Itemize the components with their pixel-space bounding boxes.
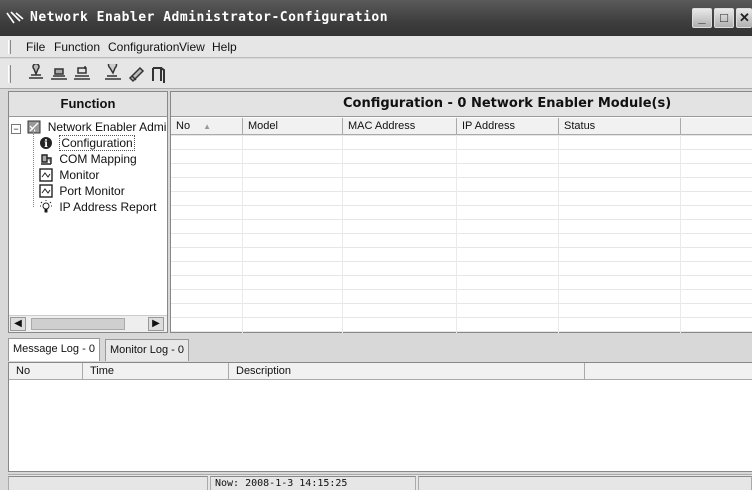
close-icon: ✕ <box>739 10 750 25</box>
unlock-icon[interactable] <box>72 64 92 84</box>
title-bar: Network Enabler Administrator-Configurat… <box>0 0 752 36</box>
tree-item-com-mapping[interactable]: COM Mapping <box>39 151 137 167</box>
exit-icon[interactable] <box>147 64 167 84</box>
column-label: Status <box>564 120 596 132</box>
tree-item-label: Port Monitor <box>59 184 125 198</box>
column-header-mac-address[interactable]: MAC Address <box>343 118 457 135</box>
message-log-panel: No Time Description <box>8 362 752 472</box>
window-title: Network Enabler Administrator-Configurat… <box>30 10 389 25</box>
status-time: Now: 2008-1-3 14:15:25 <box>215 478 348 489</box>
locate-icon[interactable] <box>49 64 69 84</box>
log-column-no[interactable]: No <box>9 363 83 380</box>
search-network-icon[interactable] <box>26 64 46 84</box>
tree-item-label: COM Mapping <box>59 152 137 166</box>
minimize-button[interactable]: _ <box>692 8 712 28</box>
lightbulb-icon <box>40 200 52 213</box>
menu-grip <box>8 40 11 54</box>
configuration-header: Configuration - 0 Network Enabler Module… <box>171 92 752 117</box>
menu-file[interactable]: File <box>26 40 45 54</box>
column-header-model[interactable]: Model <box>243 118 343 135</box>
menu-configuration[interactable]: Configuration <box>108 40 179 54</box>
configuration-panel: Configuration - 0 Network Enabler Module… <box>170 91 752 333</box>
function-hscrollbar[interactable]: ◀ ▶ <box>9 315 167 332</box>
tree-root[interactable]: − Network Enabler Admir <box>11 119 167 135</box>
log-column-time[interactable]: Time <box>83 363 229 380</box>
menu-help[interactable]: Help <box>212 40 237 54</box>
column-label: IP Address <box>462 120 515 132</box>
maximize-button[interactable]: □ <box>714 8 734 28</box>
log-column-empty <box>585 363 752 380</box>
svg-text:i: i <box>44 139 48 150</box>
toolbar-grip <box>8 65 11 83</box>
grid-divider <box>456 135 457 333</box>
status-bar: Now: 2008-1-3 14:15:25 <box>8 474 752 490</box>
column-label: Model <box>248 120 278 132</box>
status-segment <box>8 476 208 490</box>
configuration-grid <box>171 135 752 333</box>
minimize-icon: _ <box>698 10 706 25</box>
monitor-icon <box>39 168 53 182</box>
grid-divider <box>680 135 681 333</box>
com-mapping-icon <box>41 154 52 165</box>
tree-item-ip-address-report[interactable]: IP Address Report <box>39 199 157 215</box>
broadcast-icon[interactable] <box>103 64 123 84</box>
grid-divider <box>342 135 343 333</box>
close-button[interactable]: ✕ <box>736 8 752 28</box>
log-column-description[interactable]: Description <box>229 363 585 380</box>
function-header: Function <box>9 92 167 117</box>
tree-item-label: IP Address Report <box>59 200 157 214</box>
tree-connector <box>33 129 34 207</box>
tab-monitor-log[interactable]: Monitor Log - 0 <box>105 339 189 361</box>
tree-item-configuration[interactable]: i Configuration <box>39 135 135 151</box>
tab-message-log[interactable]: Message Log - 0 <box>8 338 100 361</box>
menu-bar: File Function Configuration View Help <box>0 36 752 58</box>
column-label: MAC Address <box>348 120 416 132</box>
column-label: No <box>176 120 191 132</box>
scroll-thumb[interactable] <box>31 318 125 330</box>
tree-item-monitor[interactable]: Monitor <box>39 167 99 183</box>
info-icon: i <box>40 137 52 150</box>
tree-item-label: Monitor <box>59 168 100 182</box>
scroll-left-icon[interactable]: ◀ <box>10 317 26 331</box>
menu-function[interactable]: Function <box>54 40 100 54</box>
sort-ascending-icon: ▲ <box>203 122 212 131</box>
column-header-status[interactable]: Status <box>559 118 681 135</box>
column-header-ip-address[interactable]: IP Address <box>457 118 559 135</box>
column-header-no[interactable]: No ▲ <box>171 118 243 135</box>
tree-item-port-monitor[interactable]: Port Monitor <box>39 183 125 199</box>
tree-root-label: Network Enabler Admir <box>47 120 167 134</box>
network-enabler-icon <box>27 120 41 134</box>
menu-view[interactable]: View <box>179 40 205 54</box>
scroll-right-icon[interactable]: ▶ <box>148 317 164 331</box>
function-tree: − Network Enabler Admir i Configuration … <box>9 117 167 309</box>
settings-icon[interactable] <box>126 64 146 84</box>
port-monitor-icon <box>39 184 53 198</box>
maximize-icon: □ <box>720 10 728 25</box>
column-header-empty <box>681 118 752 135</box>
app-icon <box>6 11 24 24</box>
status-segment <box>418 476 752 490</box>
function-panel: Function − Network Enabler Admir i Confi… <box>8 91 168 333</box>
grid-divider <box>242 135 243 333</box>
collapse-icon[interactable]: − <box>11 124 21 134</box>
tree-item-label: Configuration <box>59 135 135 151</box>
grid-divider <box>558 135 559 333</box>
toolbar <box>0 59 752 89</box>
